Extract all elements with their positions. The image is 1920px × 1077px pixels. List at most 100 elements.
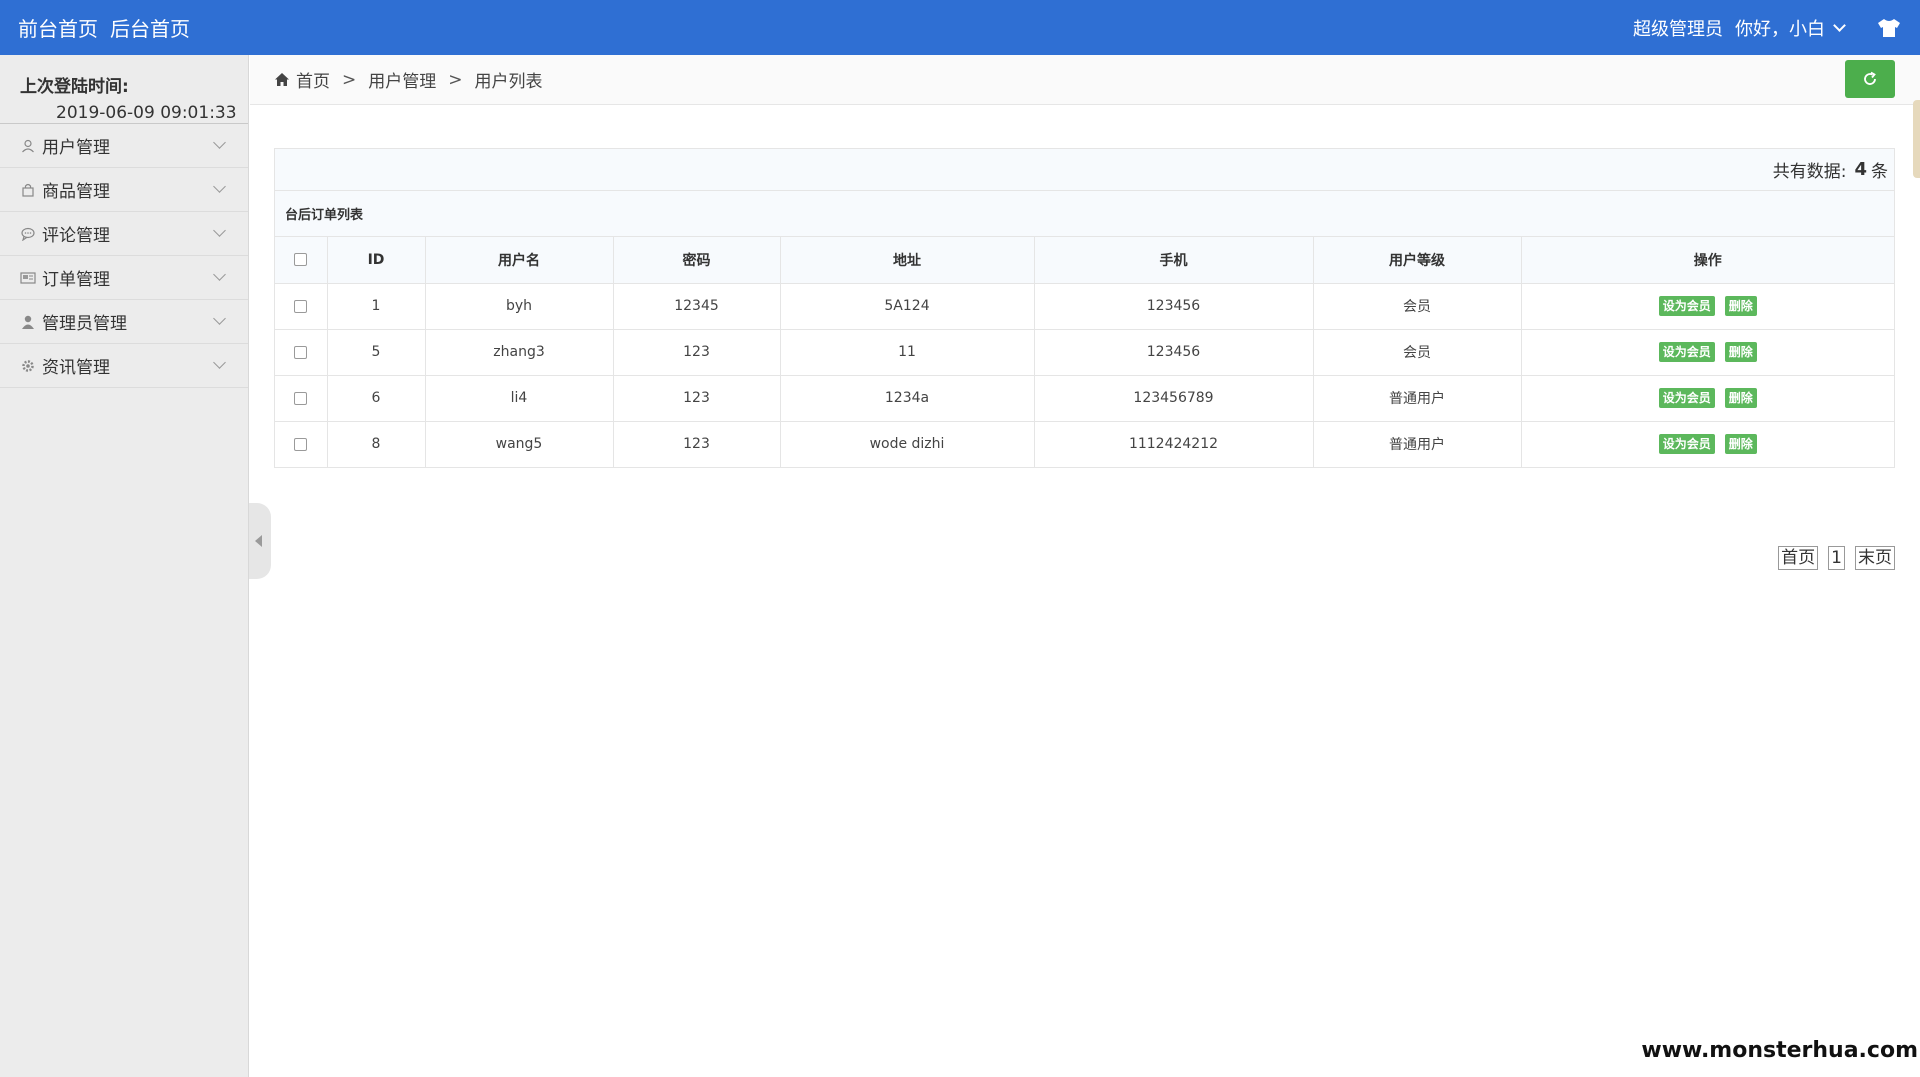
cell-username: byh: [425, 283, 614, 330]
column-header[interactable]: 用户等级: [1313, 237, 1522, 284]
cell-level: 普通用户: [1313, 375, 1522, 422]
chevron-down-icon: [213, 224, 226, 237]
cell-actions: 设为会员 删除: [1521, 283, 1894, 330]
sidebar-item-label: 资讯管理: [42, 358, 110, 378]
table-row: 6 li4 123 1234a 123456789 普通用户 设为会员 删除: [275, 375, 1894, 422]
last-page-button[interactable]: 末页: [1855, 546, 1895, 570]
chevron-down-icon: [1833, 19, 1846, 32]
cell-address: 11: [780, 329, 1035, 376]
comment-icon: [20, 226, 36, 242]
sidebar-item-label: 订单管理: [42, 270, 110, 290]
delete-button[interactable]: 删除: [1724, 434, 1757, 455]
column-header[interactable]: 手机: [1034, 237, 1314, 284]
cell-phone: 1112424212: [1034, 421, 1314, 467]
sidebar-item-label: 管理员管理: [42, 314, 127, 334]
table-title: 台后订单列表: [275, 191, 1894, 237]
row-checkbox[interactable]: [294, 345, 308, 359]
chevron-down-icon: [213, 356, 226, 369]
user-role: 超级管理员: [1633, 18, 1723, 40]
set-member-button[interactable]: 设为会员: [1658, 434, 1715, 455]
cell-id: 1: [327, 283, 426, 330]
sidebar: 上次登陆时间: 2019-06-09 09:01:33 用户管理 商品管理 评论…: [0, 55, 249, 1077]
cell-username: wang5: [425, 421, 614, 467]
sidebar-item-news-management[interactable]: 资讯管理: [0, 344, 248, 388]
sidebar-item-product-management[interactable]: 商品管理: [0, 168, 248, 212]
cell-phone: 123456: [1034, 329, 1314, 376]
caret-left-icon: [255, 535, 262, 547]
page-number-button[interactable]: 1: [1828, 546, 1845, 570]
cell-id: 5: [327, 329, 426, 376]
cell-password: 123: [613, 375, 781, 422]
user-menu[interactable]: 你好，小白: [1735, 15, 1850, 41]
row-select-cell: [275, 421, 328, 467]
chevron-down-icon: [213, 268, 226, 281]
refresh-icon: [1864, 71, 1876, 85]
column-header[interactable]: ID: [327, 237, 426, 284]
set-member-button[interactable]: 设为会员: [1658, 388, 1715, 408]
last-login-time: 2019-06-09 09:01:33: [56, 103, 237, 123]
row-checkbox[interactable]: [294, 391, 308, 405]
sidebar-item-label: 用户管理: [42, 138, 110, 158]
row-select-cell: [275, 329, 328, 376]
admin-icon: [20, 314, 36, 330]
breadcrumb-user-management[interactable]: 用户管理: [368, 67, 436, 92]
delete-button[interactable]: 删除: [1724, 388, 1757, 408]
scroll-edge-handle[interactable]: [1913, 100, 1920, 178]
sidebar-item-label: 评论管理: [42, 226, 110, 246]
record-summary: 共有数据: 4 条: [275, 149, 1894, 191]
sidebar-item-user-management[interactable]: 用户管理: [0, 124, 248, 168]
backend-home-link[interactable]: 后台首页: [110, 13, 190, 42]
first-page-button[interactable]: 首页: [1778, 546, 1819, 570]
set-member-button[interactable]: 设为会员: [1658, 296, 1715, 316]
chevron-down-icon: [213, 136, 226, 149]
sidebar-item-comment-management[interactable]: 评论管理: [0, 212, 248, 256]
cell-address: 1234a: [780, 375, 1035, 422]
breadcrumb-separator: >: [342, 69, 357, 90]
delete-button[interactable]: 删除: [1724, 296, 1757, 316]
cell-username: zhang3: [425, 329, 614, 376]
breadcrumb-home[interactable]: 首页: [296, 67, 330, 92]
sidebar-item-label: 商品管理: [42, 182, 110, 202]
record-count-unit: 条: [1871, 162, 1888, 182]
sidebar-collapse-toggle[interactable]: [249, 503, 271, 579]
row-select-cell: [275, 375, 328, 422]
cell-username: li4: [425, 375, 614, 422]
sidebar-item-admin-management[interactable]: 管理员管理: [0, 300, 248, 344]
last-login-box: 上次登陆时间: 2019-06-09 09:01:33: [0, 55, 248, 124]
row-checkbox[interactable]: [294, 437, 308, 451]
table-row: 1 byh 12345 5A124 123456 会员 设为会员 删除: [275, 283, 1894, 330]
tshirt-icon[interactable]: [1876, 17, 1902, 39]
cell-level: 普通用户: [1313, 421, 1522, 467]
watermark: www.monsterhua.com: [1641, 1038, 1918, 1063]
breadcrumb: 首页 > 用户管理 > 用户列表: [250, 55, 1920, 105]
delete-button[interactable]: 删除: [1724, 342, 1757, 362]
refresh-button[interactable]: [1845, 60, 1895, 98]
home-icon: [275, 73, 289, 86]
cell-actions: 设为会员 删除: [1521, 329, 1894, 376]
sidebar-item-order-management[interactable]: 订单管理: [0, 256, 248, 300]
cell-actions: 设为会员 删除: [1521, 421, 1894, 467]
cell-password: 123: [613, 329, 781, 376]
user-table: ID 用户名 密码 地址 手机 用户等级 操作 1 byh 12345 5A12…: [275, 237, 1894, 467]
breadcrumb-separator: >: [448, 69, 463, 90]
cell-actions: 设为会员 删除: [1521, 375, 1894, 422]
row-select-cell: [275, 283, 328, 330]
pagination: 首页 1 末页: [1778, 546, 1895, 570]
cell-id: 6: [327, 375, 426, 422]
bag-icon: [20, 182, 36, 198]
last-login-label: 上次登陆时间:: [20, 77, 129, 97]
column-header[interactable]: 用户名: [425, 237, 614, 284]
row-checkbox[interactable]: [294, 299, 308, 313]
table-row: 8 wang5 123 wode dizhi 1112424212 普通用户 设…: [275, 421, 1894, 467]
select-all-checkbox[interactable]: [294, 253, 308, 267]
select-all-cell: [275, 237, 328, 284]
frontend-home-link[interactable]: 前台首页: [18, 13, 98, 42]
top-nav-links: 前台首页 后台首页: [18, 13, 190, 42]
user-list-panel: 共有数据: 4 条 台后订单列表 ID 用户名 密码 地址 手机 用户等级 操作…: [274, 148, 1895, 468]
column-header[interactable]: 密码: [613, 237, 781, 284]
set-member-button[interactable]: 设为会员: [1658, 342, 1715, 362]
chevron-down-icon: [213, 180, 226, 193]
chevron-down-icon: [213, 312, 226, 325]
column-header[interactable]: 地址: [780, 237, 1035, 284]
cell-level: 会员: [1313, 329, 1522, 376]
